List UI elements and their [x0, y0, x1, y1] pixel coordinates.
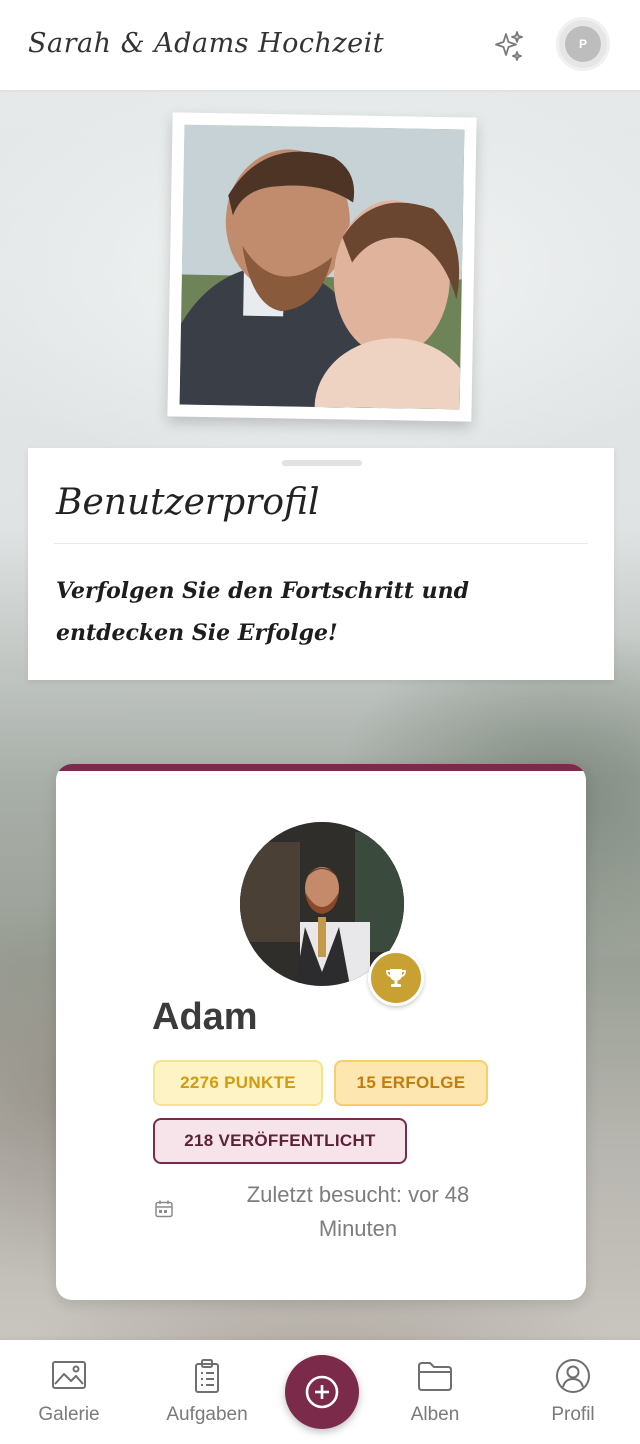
couple-photo-illustration	[179, 124, 465, 410]
calendar-icon	[155, 1200, 173, 1218]
drag-handle[interactable]	[282, 460, 362, 466]
folder-icon	[418, 1362, 452, 1391]
profile-icon	[556, 1359, 590, 1393]
user-avatar-button[interactable]: P	[556, 17, 610, 71]
points-badge: 2276 PUNKTE	[153, 1060, 323, 1106]
avatar-initial: P	[565, 26, 601, 62]
page-title: Benutzerprofil	[56, 482, 320, 523]
couple-photo	[179, 124, 465, 410]
nav-item-profil[interactable]: Profil	[518, 1340, 628, 1444]
card-accent-bar	[56, 764, 586, 771]
nav-item-aufgaben[interactable]: Aufgaben	[152, 1340, 262, 1444]
sparkles-icon[interactable]	[490, 28, 526, 64]
user-name: Adam	[152, 996, 258, 1038]
bottom-navigation: Galerie Aufgaben Alben Profil	[0, 1340, 640, 1444]
app-header: Sarah & Adams Hochzeit P	[0, 0, 640, 90]
achievements-badge: 15 ERFOLGE	[334, 1060, 488, 1106]
tasks-icon	[195, 1359, 219, 1393]
nav-item-galerie[interactable]: Galerie	[14, 1340, 124, 1444]
nav-label-profil: Profil	[551, 1404, 595, 1425]
nav-label-galerie: Galerie	[38, 1404, 100, 1425]
divider	[54, 543, 588, 544]
gallery-icon	[52, 1361, 86, 1389]
nav-label-aufgaben: Aufgaben	[166, 1404, 248, 1425]
user-card: Adam 2276 PUNKTE 15 ERFOLGE 218 VERÖFFEN…	[56, 764, 586, 1300]
plus-circle-icon	[305, 1375, 339, 1409]
nav-item-alben[interactable]: Alben	[380, 1340, 490, 1444]
trophy-icon	[368, 950, 424, 1006]
couple-photo-frame	[167, 112, 477, 422]
page-subtitle: Verfolgen Sie den Fortschritt und entdec…	[56, 578, 470, 646]
add-upload-button[interactable]	[285, 1355, 359, 1429]
profile-header-card: Benutzerprofil Verfolgen Sie den Fortsch…	[28, 448, 614, 680]
app-title: Sarah & Adams Hochzeit	[28, 28, 385, 59]
nav-label-alben: Alben	[410, 1404, 460, 1425]
last-visit-text: Zuletzt besucht: vor 48 Minuten	[246, 1182, 470, 1241]
published-badge: 218 VERÖFFENTLICHT	[153, 1118, 407, 1164]
